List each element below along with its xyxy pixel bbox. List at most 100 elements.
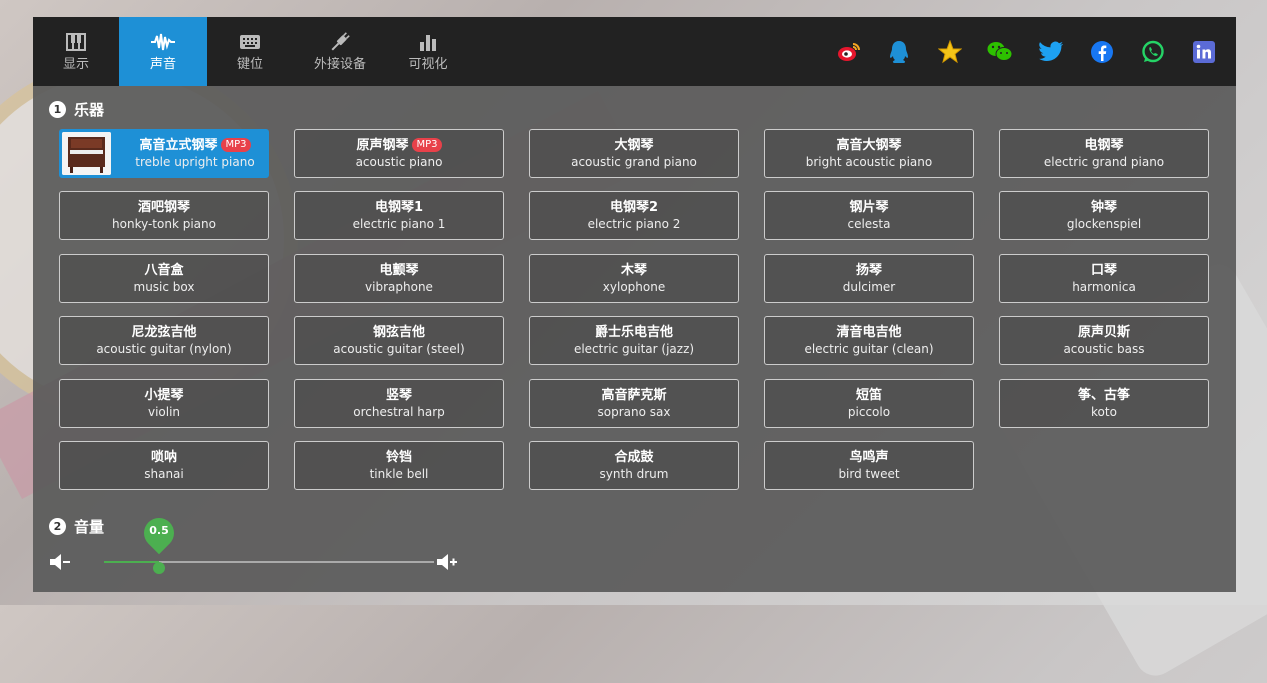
instrument-name-en: acoustic guitar (steel) [333, 341, 465, 356]
instrument-name-cn-text: 大钢琴 [614, 137, 654, 153]
linkedin-icon[interactable] [1191, 39, 1217, 65]
keyboard-icon [239, 31, 261, 53]
instrument-name-cn: 电钢琴 [1084, 137, 1123, 154]
instrument-name-cn-text: 原声贝斯 [1077, 324, 1130, 340]
instrument-name-cn-text: 尼龙弦吉他 [131, 324, 197, 340]
instrument-card[interactable]: 清音电吉他 electric guitar (clean) [764, 316, 974, 365]
instrument-name-cn: 合成鼓 [614, 449, 653, 466]
instrument-name-cn-text: 八音盒 [144, 262, 184, 278]
whatsapp-icon[interactable] [1140, 39, 1166, 65]
instrument-name-cn: 扬琴 [856, 262, 882, 279]
weibo-icon[interactable] [836, 39, 862, 65]
instrument-card[interactable]: 口琴 harmonica [999, 254, 1209, 303]
bar-chart-icon [419, 31, 437, 53]
instrument-name-cn-text: 原声钢琴 [356, 137, 409, 153]
facebook-icon[interactable] [1089, 39, 1115, 65]
instrument-card[interactable]: 酒吧钢琴 honky-tonk piano [59, 191, 269, 240]
instrument-name-cn-text: 钢片琴 [849, 199, 889, 215]
section-number-2: 2 [49, 518, 66, 535]
instrument-card[interactable]: 钢弦吉他 acoustic guitar (steel) [294, 316, 504, 365]
instrument-name-cn-text: 电钢琴2 [609, 199, 659, 215]
instrument-name-cn-text: 鸟鸣声 [849, 449, 889, 465]
instrument-name-cn-text: 小提琴 [144, 387, 184, 403]
instrument-name-cn: 竖琴 [386, 387, 412, 404]
instrument-card[interactable]: 电颤琴 vibraphone [294, 254, 504, 303]
instrument-name-cn: 清音电吉他 [836, 324, 901, 341]
instrument-name-cn: 高音萨克斯 [601, 387, 666, 404]
instrument-card[interactable]: 高音立式钢琴 MP3 treble upright piano [59, 129, 269, 178]
instrument-card[interactable]: 电钢琴1 electric piano 1 [294, 191, 504, 240]
twitter-icon[interactable] [1038, 39, 1064, 65]
instrument-name-cn: 钟琴 [1091, 199, 1117, 216]
instrument-name-en: bird tweet [838, 466, 900, 481]
instrument-name-cn: 电颤琴 [379, 262, 418, 279]
tab-external-devices[interactable]: 外接设备 [299, 17, 381, 86]
instrument-card[interactable]: 高音大钢琴 bright acoustic piano [764, 129, 974, 178]
instrument-name-en: acoustic piano [355, 154, 443, 169]
instrument-name-cn-text: 爵士乐电吉他 [594, 324, 673, 340]
instrument-card[interactable]: 唢呐 shanai [59, 441, 269, 490]
mp3-badge: MP3 [221, 138, 251, 152]
tab-keymap[interactable]: 键位 [207, 17, 293, 86]
instrument-name-cn-text: 电钢琴1 [374, 199, 424, 215]
instrument-card[interactable]: 高音萨克斯 soprano sax [529, 379, 739, 428]
instrument-name-cn: 铃铛 [386, 449, 412, 466]
instrument-name-cn: 小提琴 [144, 387, 183, 404]
instrument-card[interactable]: 原声钢琴 MP3 acoustic piano [294, 129, 504, 178]
instrument-card[interactable]: 小提琴 violin [59, 379, 269, 428]
instrument-card[interactable]: 铃铛 tinkle bell [294, 441, 504, 490]
instrument-name-cn: 鸟鸣声 [849, 449, 888, 466]
instrument-name-cn: 大钢琴 [614, 137, 653, 154]
instrument-card[interactable]: 木琴 xylophone [529, 254, 739, 303]
volume-down-icon[interactable] [49, 552, 71, 576]
instrument-card[interactable]: 钢片琴 celesta [764, 191, 974, 240]
instruments-section-title: 乐器 [74, 101, 105, 119]
instrument-name-en: shanai [144, 466, 184, 481]
instrument-card[interactable]: 爵士乐电吉他 electric guitar (jazz) [529, 316, 739, 365]
wechat-icon[interactable] [987, 39, 1013, 65]
instrument-name-en: electric piano 1 [352, 216, 446, 231]
instrument-name-cn: 短笛 [856, 387, 882, 404]
tab-display-label: 显示 [62, 56, 89, 72]
instrument-card[interactable]: 原声贝斯 acoustic bass [999, 316, 1209, 365]
instrument-name-en: acoustic bass [1063, 341, 1145, 356]
instrument-name-cn: 原声贝斯 [1078, 324, 1130, 341]
instruments-section-header: 1 乐器 [49, 99, 104, 120]
qzone-star-icon[interactable] [937, 39, 963, 65]
volume-section-title: 音量 [74, 518, 105, 536]
tab-display[interactable]: 显示 [33, 17, 119, 86]
instrument-card[interactable]: 扬琴 dulcimer [764, 254, 974, 303]
instrument-card[interactable]: 合成鼓 synth drum [529, 441, 739, 490]
instrument-card[interactable]: 短笛 piccolo [764, 379, 974, 428]
instrument-name-cn-text: 扬琴 [855, 262, 882, 278]
volume-slider-knob[interactable] [153, 562, 165, 574]
instrument-card[interactable]: 八音盒 music box [59, 254, 269, 303]
instrument-name-cn: 钢弦吉他 [373, 324, 425, 341]
instrument-card[interactable]: 电钢琴 electric grand piano [999, 129, 1209, 178]
instrument-name-cn: 高音立式钢琴 MP3 [139, 137, 251, 154]
settings-panel: 显示 声音 键位 外接设备 可视化 1 乐器 高音立式钢琴 MP3 treble… [33, 17, 1236, 592]
tab-visualization[interactable]: 可视化 [387, 17, 469, 86]
instrument-name-cn-text: 清音电吉他 [836, 324, 902, 340]
volume-slider[interactable]: 0.5 [104, 511, 434, 574]
instrument-name-cn: 电钢琴2 [610, 199, 658, 216]
tab-sound[interactable]: 声音 [119, 17, 207, 86]
instrument-card[interactable]: 尼龙弦吉他 acoustic guitar (nylon) [59, 316, 269, 365]
instrument-name-cn-text: 短笛 [855, 387, 882, 403]
mp3-badge: MP3 [412, 138, 442, 152]
instrument-name-en: dulcimer [842, 279, 896, 294]
qq-icon[interactable] [886, 39, 912, 65]
instrument-name-cn-text: 高音大钢琴 [836, 137, 902, 153]
instrument-card[interactable]: 筝、古筝 koto [999, 379, 1209, 428]
instrument-name-cn-text: 电颤琴 [379, 262, 419, 278]
instrument-name-cn-text: 竖琴 [385, 387, 412, 403]
instrument-card[interactable]: 鸟鸣声 bird tweet [764, 441, 974, 490]
volume-control: 0.5 [49, 511, 469, 574]
instrument-card-text: 高音立式钢琴 MP3 treble upright piano [122, 130, 268, 177]
volume-up-icon[interactable] [436, 552, 458, 576]
instrument-card[interactable]: 电钢琴2 electric piano 2 [529, 191, 739, 240]
instrument-name-cn: 酒吧钢琴 [138, 199, 190, 216]
instrument-card[interactable]: 钟琴 glockenspiel [999, 191, 1209, 240]
instrument-card[interactable]: 大钢琴 acoustic grand piano [529, 129, 739, 178]
instrument-card[interactable]: 竖琴 orchestral harp [294, 379, 504, 428]
